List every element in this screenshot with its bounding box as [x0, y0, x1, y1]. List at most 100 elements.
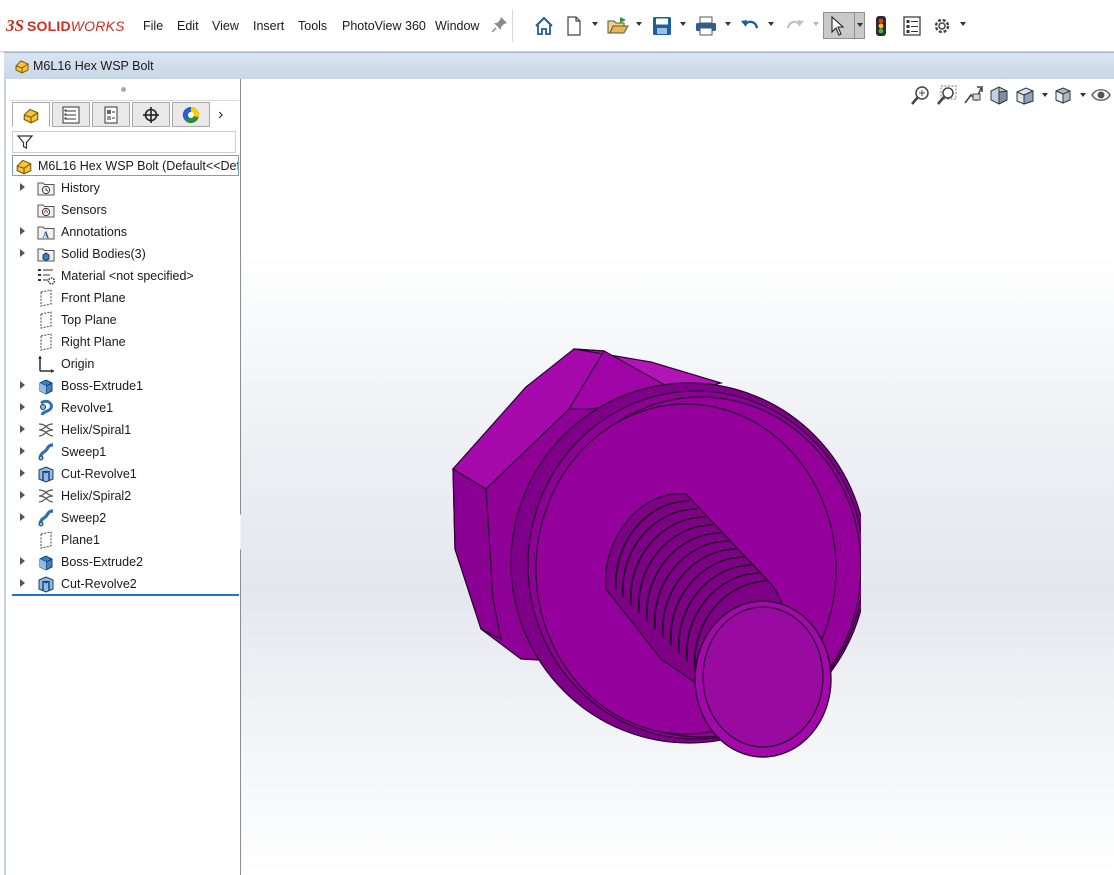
feature-tree-item[interactable]: Helix/Spiral1: [10, 419, 239, 441]
feature-tree-item[interactable]: Right Plane: [10, 331, 239, 353]
undo-button[interactable]: [739, 14, 761, 38]
previous-view-icon[interactable]: [962, 84, 984, 106]
menu-window[interactable]: Window: [435, 19, 479, 33]
feature-tree-item-label: Annotations: [61, 225, 128, 239]
print-button[interactable]: [694, 14, 718, 38]
tab-property-manager[interactable]: [52, 102, 90, 127]
feature-tree-item[interactable]: Plane1: [10, 529, 239, 551]
feature-tree-root[interactable]: M6L16 Hex WSP Bolt (Default<<Default>_Di…: [12, 155, 239, 176]
print-dropdown-caret[interactable]: [725, 22, 731, 26]
sweep-icon: [38, 443, 54, 461]
feature-tree-item[interactable]: Material <not specified>: [10, 265, 239, 287]
menu-insert[interactable]: Insert: [253, 19, 284, 33]
feature-tree-item[interactable]: History: [10, 177, 239, 199]
expand-arrow-icon[interactable]: [20, 381, 25, 389]
configuration-manager-icon: [104, 106, 118, 123]
solidworks-logo[interactable]: 3S SOLID WORKS: [6, 14, 125, 38]
feature-tree-item[interactable]: Sweep1: [10, 441, 239, 463]
feature-tree-item[interactable]: Sensors: [10, 199, 239, 221]
zoom-to-area-icon[interactable]: [936, 84, 958, 106]
menu-file[interactable]: File: [143, 19, 163, 33]
hide-show-items-icon[interactable]: [1090, 84, 1112, 106]
home-button[interactable]: [533, 14, 555, 38]
expand-arrow-icon[interactable]: [20, 425, 25, 433]
document-title-bar: M6L16 Hex WSP Bolt: [4, 52, 1114, 79]
tab-feature-manager[interactable]: [12, 102, 50, 127]
tabs-more-chevron-icon[interactable]: ›: [218, 106, 223, 124]
pin-menu-icon[interactable]: [492, 16, 508, 34]
feature-tree-item[interactable]: Sweep2: [10, 507, 239, 529]
expand-arrow-icon[interactable]: [20, 579, 25, 587]
panel-resize-grip[interactable]: [10, 82, 239, 101]
feature-tree-filter[interactable]: [12, 131, 236, 153]
redo-button: [784, 14, 806, 38]
home-icon: [535, 16, 553, 35]
feature-tree-item-label: Boss-Extrude1: [61, 379, 143, 393]
feature-tree-item[interactable]: Top Plane: [10, 309, 239, 331]
feature-tree-item[interactable]: Boss-Extrude2: [10, 551, 239, 573]
undo-dropdown-caret[interactable]: [768, 22, 774, 26]
feature-tree-item[interactable]: Helix/Spiral2: [10, 485, 239, 507]
boss-extrude-icon: [39, 379, 53, 395]
menu-view[interactable]: View: [212, 19, 239, 33]
menu-edit[interactable]: Edit: [177, 19, 199, 33]
feature-tree-item[interactable]: Cut-Revolve1: [10, 463, 239, 485]
view-orientation-caret[interactable]: [1042, 93, 1048, 97]
rebuild-button[interactable]: [873, 14, 889, 38]
feature-manager-panel: › M6L16 Hex WSP Bolt (Default<<Default>_…: [10, 79, 241, 875]
expand-arrow-icon[interactable]: [20, 469, 25, 477]
tab-display-manager[interactable]: [172, 102, 210, 127]
expand-arrow-icon[interactable]: [20, 513, 25, 521]
redo-dropdown-caret: [813, 22, 819, 26]
origin-icon: [38, 356, 54, 373]
open-button[interactable]: [606, 14, 630, 38]
expand-arrow-icon[interactable]: [20, 249, 25, 257]
menu-tools[interactable]: Tools: [298, 19, 327, 33]
feature-tree-item[interactable]: Cut-Revolve2: [10, 573, 239, 595]
zoom-to-fit-icon[interactable]: [910, 84, 932, 106]
ds-logo-mark: 3S: [6, 16, 24, 35]
file-properties-button[interactable]: [901, 14, 923, 38]
select-dropdown-caret[interactable]: [857, 23, 863, 27]
rollback-bar[interactable]: [12, 594, 239, 596]
options-button[interactable]: [931, 14, 953, 38]
save-button[interactable]: [651, 14, 673, 38]
feature-tree-item[interactable]: Revolve1: [10, 397, 239, 419]
feature-tree-item[interactable]: Front Plane: [10, 287, 239, 309]
save-dropdown-caret[interactable]: [680, 22, 686, 26]
options-dropdown-caret[interactable]: [960, 22, 966, 26]
feature-tree-item[interactable]: Origin: [10, 353, 239, 375]
new-document-button[interactable]: [564, 14, 584, 38]
annotations-folder-icon: A: [37, 226, 55, 240]
material-icon: [38, 269, 55, 285]
feature-manager-icon: [23, 108, 39, 124]
open-folder-icon: [607, 17, 629, 34]
feature-tree-item-label: Material <not specified>: [61, 269, 194, 283]
feature-tree-item-label: Origin: [61, 357, 95, 371]
expand-arrow-icon[interactable]: [20, 403, 25, 411]
section-view-icon[interactable]: [988, 84, 1010, 106]
brand-name-rest: WORKS: [70, 18, 125, 34]
expand-arrow-icon[interactable]: [20, 227, 25, 235]
tab-dimxpert-manager[interactable]: [132, 102, 170, 127]
select-button[interactable]: [823, 12, 865, 39]
open-dropdown-caret[interactable]: [636, 22, 642, 26]
menu-separator: [512, 10, 513, 42]
feature-tree-item[interactable]: Boss-Extrude1: [10, 375, 239, 397]
expand-arrow-icon[interactable]: [20, 557, 25, 565]
feature-tree-item[interactable]: Solid Bodies(3): [10, 243, 239, 265]
feature-tree-item-label: Cut-Revolve1: [61, 467, 137, 481]
property-manager-icon: [62, 106, 80, 123]
expand-arrow-icon[interactable]: [20, 183, 25, 191]
expand-arrow-icon[interactable]: [20, 491, 25, 499]
graphics-area[interactable]: [241, 79, 1114, 875]
tab-configuration-manager[interactable]: [92, 102, 130, 127]
expand-arrow-icon[interactable]: [20, 447, 25, 455]
menu-photoview[interactable]: PhotoView 360: [342, 19, 426, 33]
hex-bolt-model[interactable]: [441, 339, 861, 759]
view-orientation-icon[interactable]: [1014, 84, 1036, 106]
feature-tree-item[interactable]: A Annotations: [10, 221, 239, 243]
display-style-caret[interactable]: [1080, 93, 1086, 97]
new-dropdown-caret[interactable]: [592, 22, 598, 26]
display-style-icon[interactable]: [1052, 84, 1074, 106]
